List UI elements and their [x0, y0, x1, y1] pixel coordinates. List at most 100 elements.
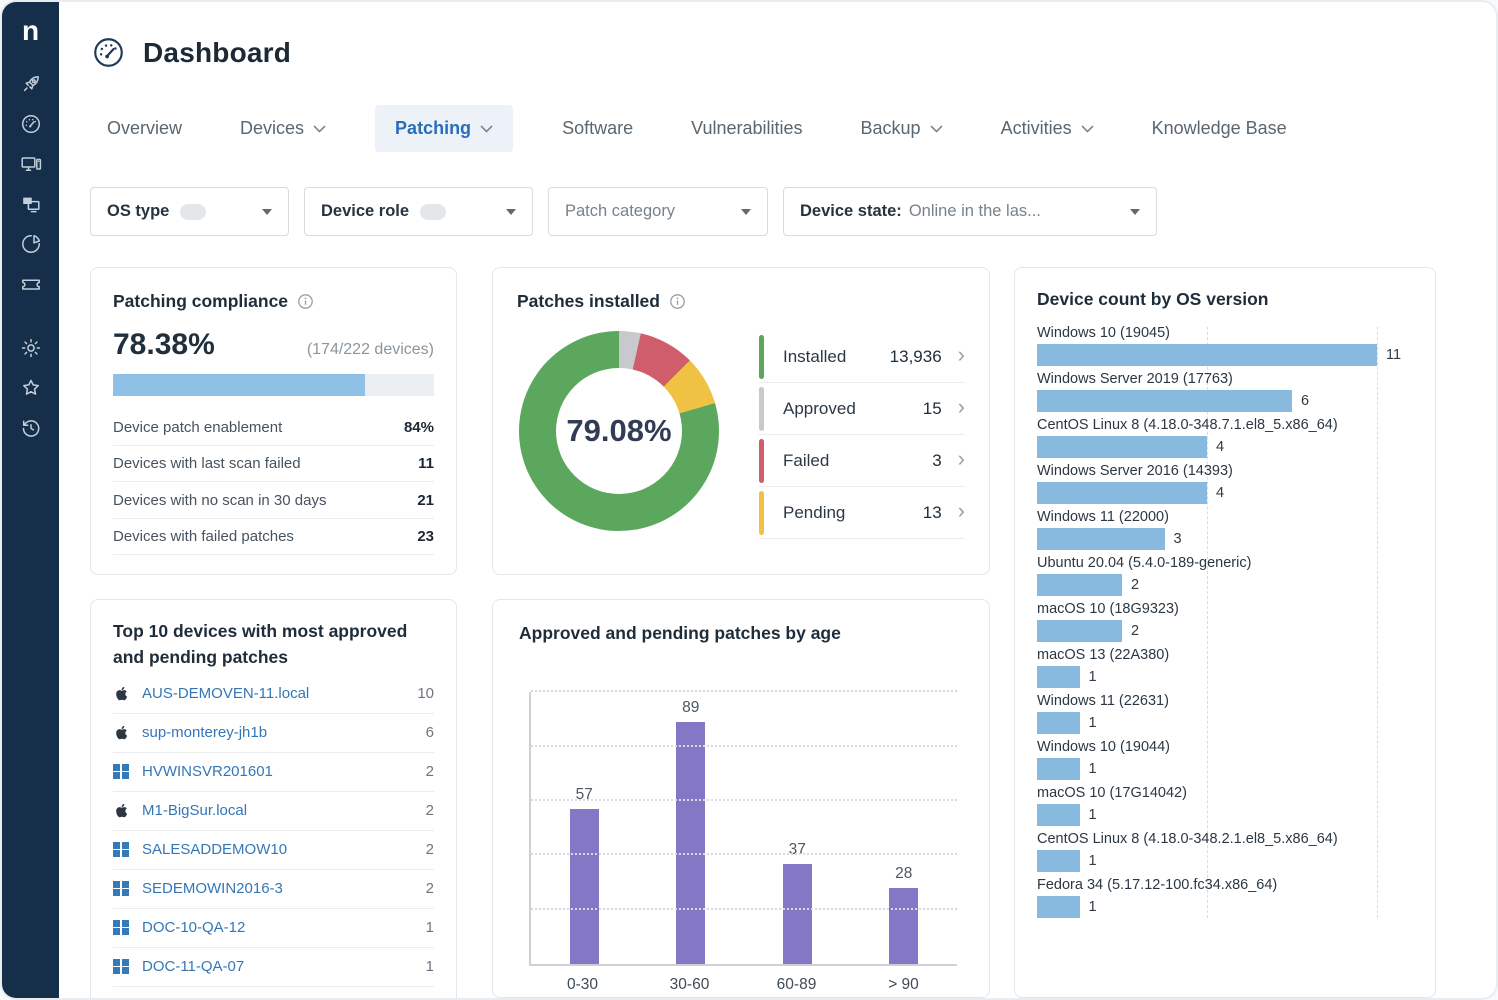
os-version-row-centos-linux-8-4-18-0-348-2-1-el8-5-x86-64: CentOS Linux 8 (4.18.0-348.2.1.el8_5.x86… — [1037, 831, 1413, 872]
legend-item-failed[interactable]: Failed3› — [759, 435, 965, 487]
tab-activities[interactable]: Activities — [992, 105, 1103, 152]
app-logo[interactable]: n — [22, 12, 39, 50]
filter-patch-category[interactable]: Patch category — [548, 187, 768, 236]
apple-icon — [113, 802, 128, 819]
tab-label: Backup — [861, 118, 921, 139]
windows-icon — [113, 920, 129, 936]
os-version-bar[interactable] — [1037, 390, 1292, 412]
os-version-bar[interactable] — [1037, 620, 1122, 642]
device-link[interactable]: HVWINSVR201601 — [142, 763, 273, 780]
os-version-bar[interactable] — [1037, 482, 1207, 504]
os-version-bar[interactable] — [1037, 528, 1165, 550]
star-icon[interactable] — [19, 376, 43, 400]
os-version-bar[interactable] — [1037, 436, 1207, 458]
age-bar-chart: 57893728 — [529, 692, 957, 966]
age-bar[interactable] — [570, 809, 599, 964]
os-version-chart: Windows 10 (19045)11Windows Server 2019 … — [1037, 325, 1413, 918]
tab-knowledge-base[interactable]: Knowledge Base — [1143, 105, 1296, 152]
os-version-row-windows-11-22000: Windows 11 (22000)3 — [1037, 509, 1413, 550]
history-icon[interactable] — [19, 416, 43, 440]
tab-label: Devices — [240, 118, 304, 139]
device-patch-count: 6 — [426, 724, 434, 741]
os-version-bar[interactable] — [1037, 712, 1080, 734]
os-version-label: Windows 10 (19044) — [1037, 739, 1413, 755]
gear-icon[interactable] — [19, 336, 43, 360]
multi-window-icon[interactable] — [19, 192, 43, 216]
os-version-bar[interactable] — [1037, 344, 1377, 366]
stat-value: 23 — [417, 528, 434, 545]
age-axis-labels: 0-3030-6060-89> 90 — [529, 976, 957, 994]
filter-label: Device role — [321, 202, 409, 221]
filter-bar: OS type Device role Patch category Device s… — [90, 187, 1157, 236]
device-link[interactable]: AUS-DEMOVEN-11.local — [142, 685, 309, 702]
compliance-progress-fill — [113, 374, 365, 396]
dashboard-gauge-icon[interactable] — [19, 112, 43, 136]
os-version-count: 4 — [1216, 439, 1224, 455]
compliance-stat-devices-with-last-scan-failed: Devices with last scan failed11 — [113, 446, 434, 483]
devices-icon[interactable] — [19, 152, 43, 176]
age-bar[interactable] — [889, 888, 918, 964]
stat-label: Devices with last scan failed — [113, 455, 301, 472]
tab-label: Software — [562, 118, 633, 139]
device-row-m1-bigsur-local: M1-BigSur.local 2 — [113, 792, 434, 831]
os-version-bar[interactable] — [1037, 666, 1080, 688]
device-row-doc-10-qa-12: DOC-10-QA-121 — [113, 909, 434, 948]
filter-device-state[interactable]: Device state:Online in the las... — [783, 187, 1157, 236]
age-axis-label: 0-30 — [529, 976, 636, 994]
sidebar-nav-bottom — [19, 336, 43, 440]
pie-chart-icon[interactable] — [19, 232, 43, 256]
device-patch-count: 2 — [426, 763, 434, 780]
ticket-icon[interactable] — [19, 272, 43, 296]
info-icon[interactable] — [669, 293, 686, 310]
filter-device-role[interactable]: Device role — [304, 187, 533, 236]
device-link[interactable]: sup-monterey-jh1b — [142, 724, 267, 741]
os-version-row-windows-server-2019-17763: Windows Server 2019 (17763)6 — [1037, 371, 1413, 412]
tab-patching[interactable]: Patching — [375, 105, 513, 152]
os-version-row-windows-11-22631: Windows 11 (22631)1 — [1037, 693, 1413, 734]
os-version-row-ubuntu-20-04-5-4-0-189-generic: Ubuntu 20.04 (5.4.0-189-generic)2 — [1037, 555, 1413, 596]
os-version-bar[interactable] — [1037, 804, 1080, 826]
apple-icon — [113, 724, 128, 741]
os-version-count: 6 — [1301, 393, 1309, 409]
info-icon[interactable] — [297, 293, 314, 310]
os-version-bar[interactable] — [1037, 758, 1080, 780]
os-version-count: 11 — [1386, 347, 1401, 363]
os-version-count: 1 — [1089, 899, 1097, 915]
filter-os-type[interactable]: OS type — [90, 187, 289, 236]
legend-color-bar — [759, 387, 764, 431]
rocket-icon[interactable] — [19, 72, 43, 96]
filter-value-badge — [180, 204, 206, 220]
age-axis-label: 30-60 — [636, 976, 743, 994]
compliance-stat-device-patch-enablement: Device patch enablement84% — [113, 409, 434, 446]
device-link[interactable]: SEDEMOWIN2016-3 — [142, 880, 283, 897]
patches-donut-chart: 79.08% — [519, 331, 719, 531]
sidebar: n — [2, 2, 59, 998]
device-link[interactable]: M1-BigSur.local — [142, 802, 247, 819]
os-version-row-macos-10-17g14042: macOS 10 (17G14042)1 — [1037, 785, 1413, 826]
os-version-bar[interactable] — [1037, 850, 1080, 872]
legend-label: Approved — [783, 399, 856, 419]
os-version-bar[interactable] — [1037, 896, 1080, 918]
windows-icon — [113, 842, 129, 858]
legend-item-approved[interactable]: Approved15› — [759, 383, 965, 435]
age-bar[interactable] — [783, 864, 812, 965]
legend-item-installed[interactable]: Installed13,936› — [759, 331, 965, 383]
tab-vulnerabilities[interactable]: Vulnerabilities — [682, 105, 811, 152]
device-patch-count: 2 — [426, 802, 434, 819]
age-bar-group-30-60: 89 — [638, 692, 745, 964]
chevron-right-icon: › — [958, 500, 965, 522]
tab-backup[interactable]: Backup — [852, 105, 952, 152]
device-link[interactable]: DOC-11-QA-07 — [142, 958, 244, 975]
caret-down-icon — [741, 209, 751, 215]
legend-item-pending[interactable]: Pending13› — [759, 487, 965, 539]
os-version-bar[interactable] — [1037, 574, 1122, 596]
device-link[interactable]: SALESADDEMOW10 — [142, 841, 287, 858]
tab-devices[interactable]: Devices — [231, 105, 335, 152]
tab-overview[interactable]: Overview — [98, 105, 191, 152]
donut-hole: 79.08% — [556, 368, 682, 494]
age-bar[interactable] — [676, 722, 705, 964]
device-link[interactable]: DOC-10-QA-12 — [142, 919, 245, 936]
legend-value: 13,936 — [890, 347, 942, 367]
device-link[interactable]: SEDEMONMS — [142, 997, 240, 998]
tab-software[interactable]: Software — [553, 105, 642, 152]
